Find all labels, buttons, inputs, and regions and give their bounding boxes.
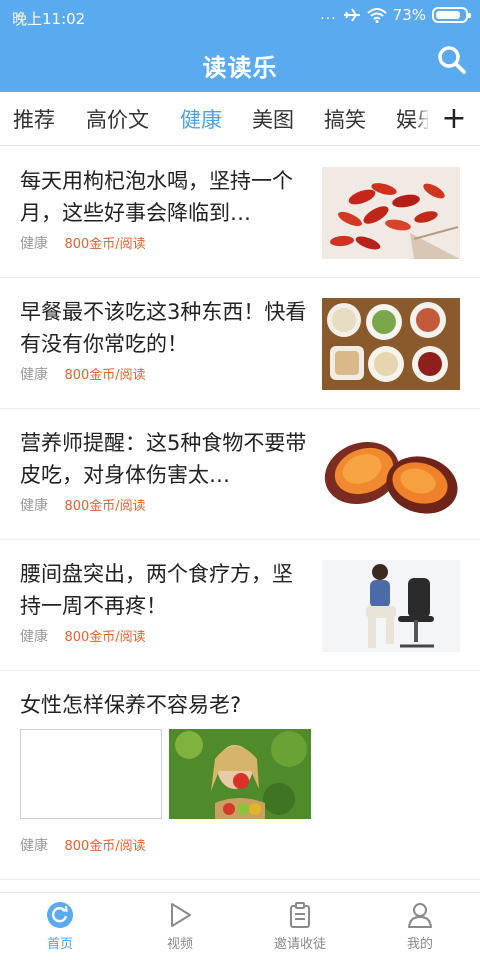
- article-item[interactable]: 女性怎样保养不容易老? 健康 800金币/阅读: [0, 671, 480, 880]
- nav-home[interactable]: 首页: [0, 893, 120, 960]
- tab-health[interactable]: 健康: [180, 104, 222, 134]
- search-button[interactable]: [436, 44, 468, 76]
- battery-icon: [432, 7, 471, 23]
- nav-profile[interactable]: 我的: [360, 893, 480, 960]
- bottom-navigation: 首页 视频 邀请收徒 我的: [0, 892, 480, 960]
- status-icons: ... 73%: [320, 6, 471, 24]
- article-title: 营养师提醒：这5种食物不要带皮吃，对身体伤害太…: [20, 431, 307, 487]
- search-icon: [438, 46, 466, 74]
- article-category: 健康: [20, 367, 48, 383]
- app-header: 读读乐: [0, 34, 480, 92]
- article-category: 健康: [20, 629, 48, 645]
- article-category: 健康: [20, 838, 48, 854]
- goji-berries-image: [322, 167, 460, 259]
- add-tab-button[interactable]: +: [428, 92, 480, 145]
- article-reward: 800金币/阅读: [64, 499, 146, 514]
- article-title: 腰间盘突出，两个食疗方，坚持一周不再疼！: [20, 562, 293, 618]
- status-time: 晚上11:02: [12, 10, 86, 28]
- sweet-potato-image: [322, 429, 460, 521]
- article-category: 健康: [20, 236, 48, 252]
- article-meta: 健康 800金币/阅读: [20, 364, 146, 384]
- article-reward: 800金币/阅读: [64, 630, 146, 645]
- nav-profile-label: 我的: [406, 937, 433, 952]
- article-reward: 800金币/阅读: [64, 839, 146, 854]
- article-meta: 健康 800金币/阅读: [20, 626, 146, 646]
- article-reward: 800金币/阅读: [64, 237, 146, 252]
- article-title: 早餐最不该吃这3种东西！快看有没有你常吃的！: [20, 300, 307, 356]
- article-item[interactable]: 营养师提醒：这5种食物不要带皮吃，对身体伤害太… 健康 800金币/阅读: [0, 409, 480, 540]
- image-placeholder: [20, 729, 162, 819]
- tab-high-price[interactable]: 高价文: [86, 104, 149, 134]
- nav-video-label: 视频: [166, 937, 193, 952]
- back-pain-man-image: [322, 560, 460, 652]
- category-tabs: 推荐 高价文 健康 美图 搞笑 娱乐 +: [0, 92, 480, 146]
- wifi-icon: [366, 8, 387, 23]
- signal-dots: ...: [320, 7, 337, 23]
- nav-invite[interactable]: 邀请收徒: [240, 893, 360, 960]
- article-meta: 健康 800金币/阅读: [20, 495, 146, 515]
- article-item[interactable]: 早餐最不该吃这3种东西！快看有没有你常吃的！ 健康 800金币/阅读: [0, 278, 480, 409]
- article-title: 女性怎样保养不容易老?: [20, 693, 242, 717]
- tab-funny[interactable]: 搞笑: [324, 104, 366, 134]
- status-bar: 晚上11:02 ... 73%: [0, 0, 480, 34]
- tab-recommend[interactable]: 推荐: [13, 104, 55, 134]
- article-item[interactable]: 每天用枸杞泡水喝，坚持一个月，这些好事会降临到… 健康 800金币/阅读: [0, 147, 480, 278]
- article-meta: 健康 800金币/阅读: [20, 835, 146, 855]
- app-title: 读读乐: [202, 54, 278, 82]
- airplane-icon: [343, 8, 360, 22]
- article-reward: 800金币/阅读: [64, 368, 146, 383]
- person-icon: [408, 903, 432, 928]
- clipboard-icon: [290, 902, 310, 928]
- breakfast-bowls-image: [322, 298, 460, 390]
- nav-invite-label: 邀请收徒: [273, 937, 326, 952]
- nav-video[interactable]: 视频: [120, 893, 240, 960]
- woman-eating-apple-image: [169, 729, 311, 819]
- nav-home-label: 首页: [46, 937, 73, 952]
- battery-percent: 73%: [392, 6, 426, 24]
- article-category: 健康: [20, 498, 48, 514]
- play-icon: [171, 903, 191, 927]
- home-refresh-icon: [47, 902, 73, 928]
- tab-pictures[interactable]: 美图: [252, 104, 294, 134]
- article-item[interactable]: 腰间盘突出，两个食疗方，坚持一周不再疼！ 健康 800金币/阅读: [0, 540, 480, 671]
- article-title: 每天用枸杞泡水喝，坚持一个月，这些好事会降临到…: [20, 169, 293, 225]
- article-meta: 健康 800金币/阅读: [20, 233, 146, 253]
